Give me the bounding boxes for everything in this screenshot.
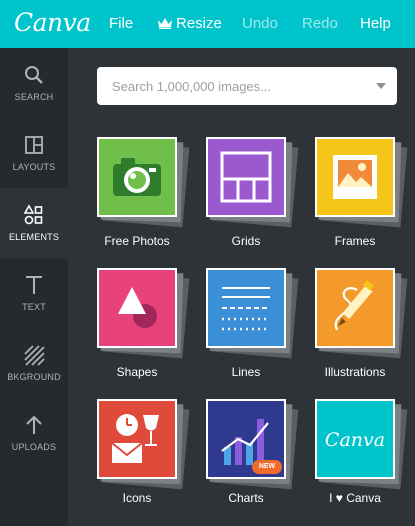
tile-label: Charts	[228, 491, 264, 505]
elements-panel: Free Photos Grids Frames Shapes Lines Il…	[68, 48, 415, 526]
sidebar-item-elements[interactable]: ELEMENTS	[0, 188, 68, 258]
upload-icon	[26, 415, 42, 434]
file-menu[interactable]: File	[109, 15, 133, 32]
picture-frame-icon	[333, 155, 377, 199]
shapes-icon	[118, 287, 157, 328]
sidebar-item-layouts[interactable]: LAYOUTS	[0, 118, 68, 188]
sidebar-item-background[interactable]: BKGROUND	[0, 328, 68, 398]
undo-button[interactable]: Undo	[242, 15, 278, 32]
new-badge: NEW	[252, 460, 282, 474]
grids-thumbnail	[206, 137, 286, 217]
icons-thumbnail	[97, 399, 177, 479]
charts-thumbnail: NEW	[206, 399, 286, 479]
tile-free-photos[interactable]	[97, 137, 190, 228]
tile-label: Shapes	[116, 365, 158, 379]
layouts-icon	[25, 136, 43, 154]
free-photos-thumbnail	[97, 137, 177, 217]
sidebar-item-text[interactable]: TEXT	[0, 258, 68, 328]
crown-icon	[158, 18, 172, 29]
tile-label: I ♥ Canva	[329, 491, 381, 505]
tile-label: Icons	[122, 491, 152, 505]
canva-logo-thumbnail: Canva	[324, 429, 386, 451]
i-love-canva-thumbnail: Canva	[315, 399, 395, 479]
help-menu[interactable]: Help	[360, 15, 391, 32]
background-icon	[24, 345, 45, 366]
resize-label: Resize	[176, 15, 222, 32]
sidebar-item-label: LAYOUTS	[12, 162, 56, 172]
redo-button[interactable]: Redo	[302, 15, 338, 32]
camera-icon	[113, 158, 161, 196]
search-input[interactable]	[97, 67, 397, 105]
resize-menu[interactable]: Resize	[157, 15, 222, 32]
canva-logo[interactable]: Canva	[14, 8, 91, 37]
dropdown-arrow-icon[interactable]	[376, 83, 386, 89]
tile-label: Free Photos	[104, 234, 170, 248]
frames-thumbnail	[315, 137, 395, 217]
tile-i-love-canva[interactable]: Canva	[315, 399, 408, 490]
grid-icon	[220, 151, 272, 203]
tile-charts[interactable]: NEW	[206, 399, 299, 490]
tile-label: Grids	[231, 234, 261, 248]
elements-icon	[23, 204, 43, 225]
icons-collage-icon	[111, 414, 159, 463]
tile-label: Lines	[231, 365, 261, 379]
tile-lines[interactable]	[206, 268, 299, 359]
sidebar-item-uploads[interactable]: UPLOADS	[0, 398, 68, 468]
sidebar-item-label: SEARCH	[14, 92, 54, 102]
text-icon	[26, 276, 42, 294]
lines-thumbnail	[206, 268, 286, 348]
tile-illustrations[interactable]	[315, 268, 408, 359]
sidebar: SEARCH LAYOUTS ELEMENTS TEXT BKGROUND UP…	[0, 48, 68, 526]
shapes-thumbnail	[97, 268, 177, 348]
tile-shapes[interactable]	[97, 268, 190, 359]
search-icon	[25, 66, 43, 84]
tile-frames[interactable]	[315, 137, 408, 228]
pencil-icon	[334, 280, 374, 331]
lines-icon	[222, 287, 270, 331]
tile-icons[interactable]	[97, 399, 190, 490]
illustrations-thumbnail	[315, 268, 395, 348]
sidebar-item-search[interactable]: SEARCH	[0, 48, 68, 118]
tile-grids[interactable]	[206, 137, 299, 228]
sidebar-item-label: UPLOADS	[11, 442, 57, 452]
tile-label: Frames	[334, 234, 376, 248]
tile-label: Illustrations	[324, 365, 386, 379]
sidebar-item-label: TEXT	[22, 302, 46, 312]
top-bar: Canva File Resize Undo Redo Help	[0, 0, 415, 48]
sidebar-item-label: BKGROUND	[7, 372, 61, 382]
sidebar-item-label: ELEMENTS	[8, 232, 60, 242]
